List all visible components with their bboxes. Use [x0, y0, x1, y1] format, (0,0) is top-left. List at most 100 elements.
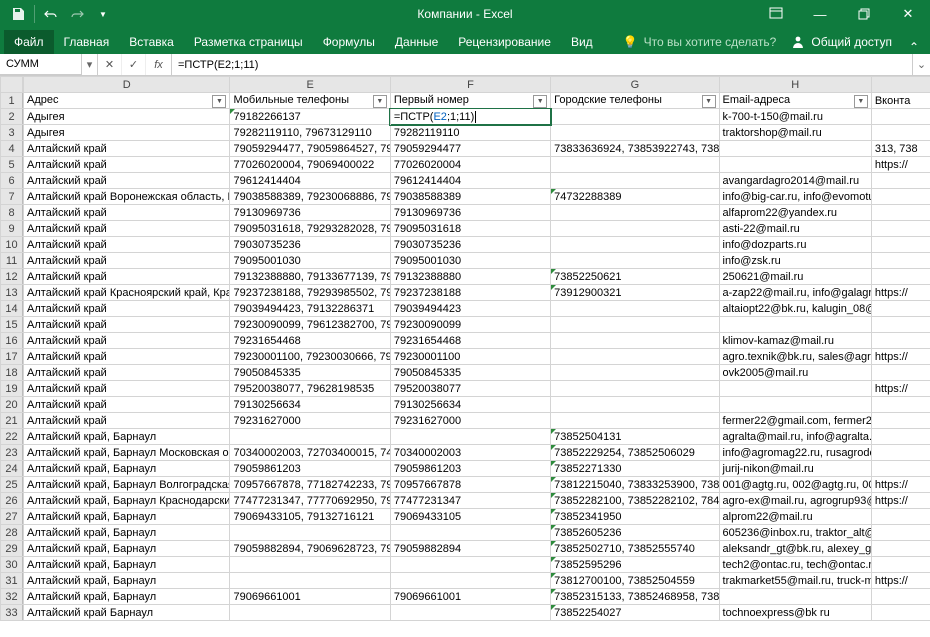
cell[interactable] — [230, 557, 390, 573]
row-header[interactable]: 16 — [1, 333, 23, 349]
cell[interactable]: Алтайский край — [24, 205, 230, 221]
cell[interactable]: 79612414404 — [230, 173, 390, 189]
cell[interactable]: Алтайский край, Барнаул Краснодарски — [24, 493, 230, 509]
cell[interactable]: 79059861203 — [390, 461, 550, 477]
cell[interactable]: 79095031618, 79293282028, 7952 — [230, 221, 390, 237]
hdr-first[interactable]: Первый номер▼ — [390, 93, 550, 109]
cell[interactable]: 73852595296 — [551, 557, 719, 573]
cell[interactable]: 79231627000 — [230, 413, 390, 429]
cell[interactable]: 79038588389 — [390, 189, 550, 205]
cell[interactable] — [871, 125, 930, 141]
filter-icon[interactable]: ▼ — [533, 95, 547, 108]
cell[interactable] — [871, 301, 930, 317]
row-header[interactable]: 13 — [1, 285, 23, 301]
restore-icon[interactable] — [842, 0, 886, 28]
cell[interactable] — [230, 525, 390, 541]
cell[interactable]: 79282119110 — [390, 125, 550, 141]
cell[interactable]: 79039494423, 79132286371 — [230, 301, 390, 317]
cell[interactable] — [551, 125, 719, 141]
cell[interactable]: 79612414404 — [390, 173, 550, 189]
cell[interactable] — [871, 461, 930, 477]
cell[interactable]: https:// — [871, 285, 930, 301]
row-header[interactable]: 32 — [1, 589, 23, 605]
row-header[interactable]: 23 — [1, 445, 23, 461]
row-header[interactable]: 11 — [1, 253, 23, 269]
cell[interactable]: 79095001030 — [230, 253, 390, 269]
cell[interactable]: tochnoexpress@bk ru — [719, 605, 871, 621]
cell[interactable]: 79030735236 — [390, 237, 550, 253]
row-header[interactable]: 28 — [1, 525, 23, 541]
cell[interactable]: Алтайский край, Барнаул — [24, 589, 230, 605]
cell[interactable]: Алтайский край — [24, 333, 230, 349]
cell[interactable]: Алтайский край Барнаул — [24, 605, 230, 621]
cell[interactable] — [871, 205, 930, 221]
row-header[interactable]: 29 — [1, 541, 23, 557]
cell[interactable]: 79231654468 — [390, 333, 550, 349]
cell[interactable]: Алтайский край, Барнаул — [24, 557, 230, 573]
cell[interactable]: asti-22@mail.ru — [719, 221, 871, 237]
ribbon-options-icon[interactable] — [754, 0, 798, 28]
cell[interactable]: 73852341950 — [551, 509, 719, 525]
col-header-G[interactable]: G — [551, 77, 719, 93]
cell[interactable] — [871, 525, 930, 541]
cell[interactable]: Алтайский край Красноярский край, Кра — [24, 285, 230, 301]
tab-formulas[interactable]: Формулы — [313, 30, 385, 54]
cell[interactable]: Алтайский край, Барнаул — [24, 525, 230, 541]
cell[interactable] — [871, 397, 930, 413]
tab-file[interactable]: Файл — [4, 30, 54, 54]
cell[interactable]: https:// — [871, 477, 930, 493]
cell[interactable]: 73833636924, 73853922743, 73855322582, 7… — [551, 141, 719, 157]
row-header[interactable]: 33 — [1, 605, 23, 621]
cell[interactable]: 73852271330 — [551, 461, 719, 477]
name-box[interactable]: СУММ — [0, 54, 82, 75]
spreadsheet-grid[interactable]: D E F G H 1 Адрес▼ Мобильные телефоны▼ П… — [0, 76, 930, 636]
cell[interactable]: 73912900321 — [551, 285, 719, 301]
cell[interactable]: aleksandr_gt@bk.ru, alexey_gt@bk.ru, — [719, 541, 871, 557]
cell[interactable]: info@big-car.ru, info@evomotus.ru, sy — [719, 189, 871, 205]
cell[interactable]: 73852250621 — [551, 269, 719, 285]
row-header[interactable]: 17 — [1, 349, 23, 365]
row-header[interactable]: 9 — [1, 221, 23, 237]
tab-view[interactable]: Вид — [561, 30, 603, 54]
tab-home[interactable]: Главная — [54, 30, 120, 54]
cell[interactable]: 77477231347 — [390, 493, 550, 509]
tell-me-search[interactable]: 💡 Что вы хотите сделать? — [623, 30, 777, 54]
cell[interactable] — [230, 429, 390, 445]
hdr-city[interactable]: Городские телефоны▼ — [551, 93, 719, 109]
cell[interactable]: Алтайский край, Барнаул Волгоградская — [24, 477, 230, 493]
row-header[interactable]: 15 — [1, 317, 23, 333]
cell[interactable]: Алтайский край — [24, 221, 230, 237]
cell[interactable]: Алтайский край — [24, 237, 230, 253]
expand-formula-bar-icon[interactable]: ⌄ — [912, 54, 930, 75]
cell[interactable]: 73852315133, 73852468958, 73852469050, 7… — [551, 589, 719, 605]
cell[interactable]: Алтайский край — [24, 253, 230, 269]
cell[interactable] — [551, 205, 719, 221]
cell[interactable]: 73852254027 — [551, 605, 719, 621]
cell[interactable]: 79130256634 — [390, 397, 550, 413]
filter-icon[interactable]: ▼ — [212, 95, 226, 108]
cell[interactable] — [871, 445, 930, 461]
cell[interactable]: 313, 738 — [871, 141, 930, 157]
cell[interactable]: agro-ex@mail.ru, agrogrup93@ — [719, 493, 871, 509]
cell[interactable]: 79059882894 — [390, 541, 550, 557]
cell[interactable] — [871, 109, 930, 125]
cell[interactable]: 73812215040, 73833253900, 7383 — [551, 477, 719, 493]
cell[interactable]: Алтайский край Воронежская область, В — [24, 189, 230, 205]
cell[interactable] — [871, 253, 930, 269]
row-header[interactable]: 6 — [1, 173, 23, 189]
cell[interactable] — [551, 221, 719, 237]
cell[interactable]: Алтайский край — [24, 157, 230, 173]
cell[interactable]: Алтайский край, Барнаул — [24, 541, 230, 557]
cell[interactable] — [871, 605, 930, 621]
cell[interactable]: 70340002003 — [390, 445, 550, 461]
cell[interactable] — [230, 605, 390, 621]
close-icon[interactable]: ✕ — [886, 0, 930, 28]
cell[interactable] — [551, 397, 719, 413]
cell[interactable]: 79069661001 — [230, 589, 390, 605]
cell[interactable]: https:// — [871, 157, 930, 173]
cell[interactable]: Алтайский край — [24, 397, 230, 413]
hdr-addr[interactable]: Адрес▼ — [24, 93, 230, 109]
cell[interactable]: 79231627000 — [390, 413, 550, 429]
cell[interactable]: 70340002003, 72703400015, 7499 — [230, 445, 390, 461]
cell[interactable] — [719, 157, 871, 173]
